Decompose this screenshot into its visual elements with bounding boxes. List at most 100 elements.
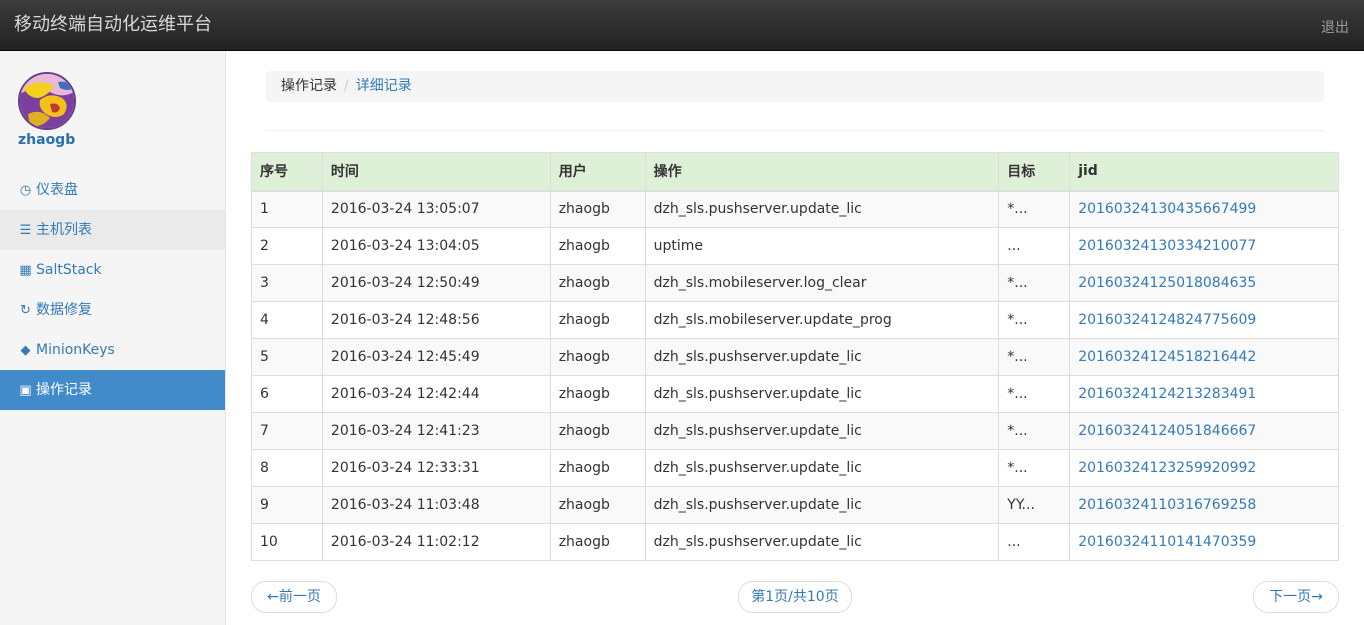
table-body: 1 2016-03-24 13:05:07 zhaogb dzh_sls.pushse… — [251, 190, 1339, 561]
breadcrumb-separator: / — [344, 78, 349, 94]
cell-time: 2016-03-24 11:02:12 — [321, 523, 551, 561]
table-row: 1 2016-03-24 13:05:07 zhaogb dzh_sls.pushse… — [251, 190, 1339, 228]
cell-operation: dzh_sls.mobileserver.update_prog — [644, 301, 1000, 339]
table-row: 5 2016-03-24 12:45:49 zhaogb dzh_sls.pushse… — [251, 338, 1339, 376]
logout-link[interactable]: 退出 — [1321, 17, 1349, 37]
cell-jid[interactable]: 20160324124824775609 — [1069, 301, 1339, 339]
cell-jid[interactable]: 20160324123259920992 — [1069, 449, 1339, 487]
cell-time: 2016-03-24 12:42:44 — [321, 375, 551, 413]
cell-index: 3 — [251, 264, 323, 302]
table-row: 6 2016-03-24 12:42:44 zhaogb dzh_sls.pushse… — [251, 375, 1339, 413]
cell-index: 6 — [251, 375, 323, 413]
dashboard-icon: ◷ — [19, 183, 32, 198]
cell-jid[interactable]: 20160324125018084635 — [1069, 264, 1339, 302]
cell-user: zhaogb — [549, 523, 646, 561]
cell-time: 2016-03-24 12:41:23 — [321, 412, 551, 450]
table-row: 10 2016-03-24 11:02:12 zhaogb dzh_sls.pushs… — [251, 523, 1339, 561]
sidebar-item-saltstack[interactable]: ▦ SaltStack — [0, 250, 225, 290]
table-row: 9 2016-03-24 11:03:48 zhaogb dzh_sls.pushse… — [251, 486, 1339, 524]
cell-jid[interactable]: 20160324110316769258 — [1069, 486, 1339, 524]
column-header-time: 时间 — [321, 152, 551, 192]
cell-index: 1 — [251, 190, 323, 228]
username[interactable]: zhaogb — [18, 132, 75, 148]
avatar-image — [20, 74, 74, 128]
cell-operation: dzh_sls.pushserver.update_lic — [644, 523, 1000, 561]
cell-jid[interactable]: 20160324130435667499 — [1069, 190, 1339, 228]
cell-jid[interactable]: 20160324124051846667 — [1069, 412, 1339, 450]
cell-user: zhaogb — [549, 375, 646, 413]
cell-target: *... — [998, 190, 1071, 228]
cell-jid[interactable]: 20160324124213283491 — [1069, 375, 1339, 413]
cell-target: YY... — [998, 486, 1071, 524]
app-title[interactable]: 移动终端自动化运维平台 — [14, 14, 212, 36]
breadcrumb-parent[interactable]: 操作记录 — [281, 78, 337, 94]
sidebar-item-label: SaltStack — [36, 262, 102, 278]
table-header-row: 序号 时间 用户 操作 目标 jid — [251, 152, 1339, 192]
cell-operation: dzh_sls.pushserver.update_lic — [644, 190, 1000, 228]
table-row: 4 2016-03-24 12:48:56 zhaogb dzh_sls.mobile… — [251, 301, 1339, 339]
cell-operation: dzh_sls.pushserver.update_lic — [644, 486, 1000, 524]
sidebar-item-label: MinionKeys — [36, 342, 115, 358]
cell-user: zhaogb — [549, 301, 646, 339]
column-header-target: 目标 — [998, 152, 1071, 192]
divider — [266, 130, 1324, 131]
cell-index: 4 — [251, 301, 323, 339]
cell-operation: dzh_sls.mobileserver.log_clear — [644, 264, 1000, 302]
top-navbar: 移动终端自动化运维平台 退出 — [0, 0, 1364, 51]
cell-user: zhaogb — [549, 190, 646, 228]
cell-target: ... — [998, 523, 1071, 561]
sidebar-item-host-list[interactable]: ☰ 主机列表 — [0, 210, 225, 250]
cell-jid[interactable]: 20160324110141470359 — [1069, 523, 1339, 561]
cell-jid[interactable]: 20160324130334210077 — [1069, 227, 1339, 265]
cell-jid[interactable]: 20160324124518216442 — [1069, 338, 1339, 376]
cell-target: *... — [998, 338, 1071, 376]
grid-icon: ▦ — [19, 263, 32, 278]
sidebar-item-operation-log[interactable]: ▣ 操作记录 — [0, 370, 225, 410]
cell-user: zhaogb — [549, 338, 646, 376]
cell-operation: dzh_sls.pushserver.update_lic — [644, 338, 1000, 376]
cell-index: 9 — [251, 486, 323, 524]
cell-index: 8 — [251, 449, 323, 487]
table-row: 7 2016-03-24 12:41:23 zhaogb dzh_sls.pushse… — [251, 412, 1339, 450]
cell-time: 2016-03-24 12:45:49 — [321, 338, 551, 376]
cell-user: zhaogb — [549, 227, 646, 265]
cell-time: 2016-03-24 13:04:05 — [321, 227, 551, 265]
page-indicator[interactable]: 第1页/共10页 — [738, 581, 852, 613]
records-table: 序号 时间 用户 操作 目标 jid 1 2016-03-24 13:05:07 z… — [251, 152, 1339, 561]
cell-index: 7 — [251, 412, 323, 450]
cell-operation: dzh_sls.pushserver.update_lic — [644, 412, 1000, 450]
cell-time: 2016-03-24 12:33:31 — [321, 449, 551, 487]
table-row: 3 2016-03-24 12:50:49 zhaogb dzh_sls.mobile… — [251, 264, 1339, 302]
cell-time: 2016-03-24 11:03:48 — [321, 486, 551, 524]
cell-user: zhaogb — [549, 264, 646, 302]
cell-operation: uptime — [644, 227, 1000, 265]
breadcrumb-current: 详细记录 — [355, 78, 412, 94]
sidebar-item-dashboard[interactable]: ◷ 仪表盘 — [0, 170, 225, 210]
column-header-operation: 操作 — [644, 152, 1000, 192]
cell-time: 2016-03-24 12:50:49 — [321, 264, 551, 302]
next-page-button[interactable]: 下一页→ — [1253, 581, 1339, 613]
cell-user: zhaogb — [549, 449, 646, 487]
table-row: 2 2016-03-24 13:04:05 zhaogb uptime... 20160… — [251, 227, 1339, 265]
user-avatar[interactable] — [18, 72, 76, 130]
cell-time: 2016-03-24 12:48:56 — [321, 301, 551, 339]
save-icon: ▣ — [19, 383, 32, 398]
list-icon: ☰ — [19, 223, 32, 238]
sidebar-item-minion-keys[interactable]: ◆ MinionKeys — [0, 330, 225, 370]
column-header-jid: jid — [1069, 152, 1339, 192]
tags-icon: ◆ — [20, 343, 31, 358]
sidebar-item-label: 主机列表 — [36, 222, 92, 238]
breadcrumb: 操作记录 / 详细记录 — [266, 71, 1324, 102]
prev-page-button[interactable]: ←前一页 — [251, 581, 337, 613]
table-row: 8 2016-03-24 12:33:31 zhaogb dzh_sls.pushse… — [251, 449, 1339, 487]
cell-time: 2016-03-24 13:05:07 — [321, 190, 551, 228]
cell-user: zhaogb — [549, 486, 646, 524]
cell-index: 10 — [251, 523, 323, 561]
cell-index: 5 — [251, 338, 323, 376]
sidebar-item-label: 操作记录 — [36, 382, 92, 398]
cell-target: *... — [998, 264, 1071, 302]
sidebar-nav: ◷ 仪表盘 ☰ 主机列表 ▦ SaltStack ↻ 数据修复 ◆ MinionKeys … — [0, 170, 225, 410]
cell-operation: dzh_sls.pushserver.update_lic — [644, 375, 1000, 413]
cell-target: ... — [998, 227, 1071, 265]
sidebar-item-data-repair[interactable]: ↻ 数据修复 — [0, 290, 225, 330]
